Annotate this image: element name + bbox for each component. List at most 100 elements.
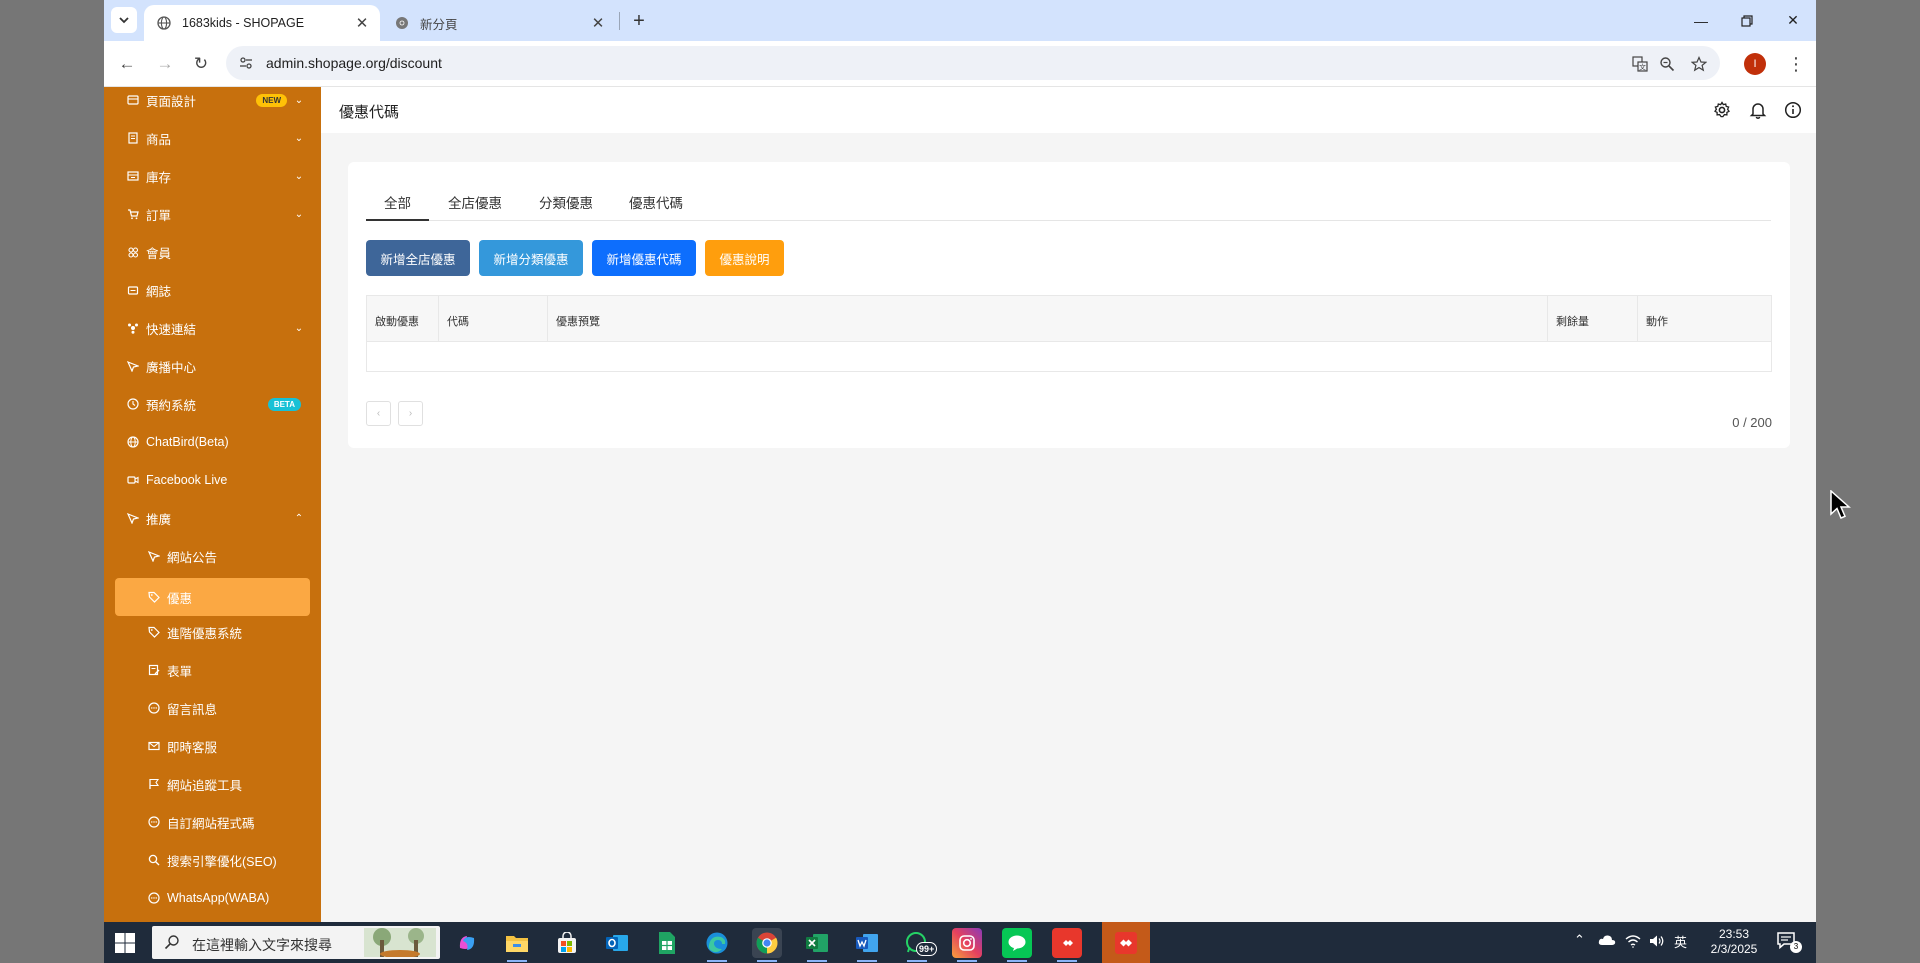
windows-start-button[interactable] xyxy=(114,932,136,954)
back-button[interactable]: ← xyxy=(114,51,140,77)
reload-button[interactable]: ↻ xyxy=(188,51,214,77)
tab-category-discount[interactable]: 分類優惠 xyxy=(521,182,611,221)
sidebar-item-custom-code[interactable]: 自訂網站程式碼 xyxy=(104,803,321,841)
column-header-action: 動作 xyxy=(1646,316,1668,328)
outlook-app[interactable] xyxy=(602,928,632,958)
sidebar-item-messages[interactable]: 留言訊息 xyxy=(104,689,321,727)
sidebar-item-label: 留言訊息 xyxy=(167,702,218,717)
sidebar-item-whatsapp[interactable]: WhatsApp(WABA) xyxy=(104,879,321,917)
sidebar-item-label: 網站追蹤工具 xyxy=(167,778,243,793)
cart-icon xyxy=(126,207,140,221)
speaker-icon[interactable] xyxy=(1649,934,1665,948)
info-icon[interactable] xyxy=(1783,100,1803,120)
sidebar-item-tracking[interactable]: 網站追蹤工具 xyxy=(104,765,321,803)
chevron-down-icon: ⌄ xyxy=(294,322,304,334)
chevron-up-icon: ⌃ xyxy=(294,512,304,524)
sidebar-item-inventory[interactable]: 庫存 ⌄ xyxy=(104,157,321,195)
bell-icon[interactable] xyxy=(1748,100,1768,120)
instagram-app[interactable] xyxy=(952,928,982,962)
wifi-icon[interactable] xyxy=(1625,934,1641,948)
folder-icon xyxy=(506,936,528,952)
sidebar-item-chatbird[interactable]: ChatBird(Beta) xyxy=(104,423,321,461)
star-icon[interactable] xyxy=(1689,54,1709,74)
spreadsheet-icon xyxy=(659,932,675,954)
profile-avatar[interactable]: I xyxy=(1744,53,1766,75)
megaphone-icon xyxy=(126,511,140,525)
zoom-icon[interactable] xyxy=(1657,54,1677,74)
new-tab-button[interactable]: + xyxy=(626,8,652,34)
sidebar-item-label: 網誌 xyxy=(146,284,172,299)
sidebar-item-advanced-discount[interactable]: 進階優惠系統 xyxy=(104,613,321,651)
tab-all[interactable]: 全部 xyxy=(366,182,429,221)
chevron-down-icon: ⌄ xyxy=(294,132,304,144)
line-app[interactable] xyxy=(1002,928,1032,962)
sidebar-item-products[interactable]: 商品 ⌄ xyxy=(104,119,321,157)
restore-icon xyxy=(1741,14,1753,27)
line-chat-icon xyxy=(1008,935,1026,951)
sidebar-item-discount[interactable]: 優惠 xyxy=(115,578,310,616)
sidebar-item-broadcast[interactable]: 廣播中心 xyxy=(104,347,321,385)
add-store-discount-button[interactable]: 新增全店優惠 xyxy=(366,240,470,276)
sidebar-item-seo[interactable]: 搜索引擎優化(SEO) xyxy=(104,841,321,879)
store-app[interactable] xyxy=(552,928,582,958)
forward-button[interactable]: → xyxy=(152,51,178,77)
copilot-app[interactable] xyxy=(452,928,482,958)
sidebar-item-facebook-live[interactable]: Facebook Live xyxy=(104,461,321,499)
close-icon[interactable]: ✕ xyxy=(354,15,370,32)
sidebar-item-live-support[interactable]: 即時客服 xyxy=(104,727,321,765)
arrow-left-icon: ← xyxy=(118,54,136,73)
next-page-button[interactable]: › xyxy=(398,401,423,426)
sidebar-item-label: 庫存 xyxy=(146,170,172,185)
minimize-button[interactable]: — xyxy=(1678,0,1724,41)
sidebar-item-page-design[interactable]: 頁面設計 NEW ⌄ xyxy=(104,87,321,119)
sidebar-item-announcement[interactable]: 網站公告 xyxy=(104,537,321,575)
windows-icon xyxy=(115,933,135,953)
tab-discount-code[interactable]: 優惠代碼 xyxy=(611,182,701,221)
flag-icon xyxy=(147,777,161,791)
browser-tab-shopage[interactable]: 1683kids - SHOPAGE ✕ xyxy=(144,5,380,41)
sidebar-item-promotion[interactable]: 推廣 ⌃ xyxy=(104,499,321,537)
prev-page-button[interactable]: ‹ xyxy=(366,401,391,426)
site-settings-icon[interactable] xyxy=(238,55,254,71)
tab-search-button[interactable] xyxy=(111,7,137,33)
anydesk-app[interactable] xyxy=(1052,928,1082,962)
anydesk-app-active[interactable] xyxy=(1102,922,1150,963)
taskbar-search[interactable]: 在這裡輸入文字來搜尋 xyxy=(152,926,440,959)
box-icon xyxy=(126,169,140,183)
notification-center-button[interactable]: 3 xyxy=(1776,931,1802,955)
sidebar-item-members[interactable]: 會員 xyxy=(104,233,321,271)
browser-tab-newtab[interactable]: 新分頁 ✕ xyxy=(382,5,616,41)
running-indicator xyxy=(807,960,827,962)
close-icon[interactable]: ✕ xyxy=(590,15,606,32)
onedrive-icon[interactable] xyxy=(1598,934,1616,946)
sidebar-item-blog[interactable]: 網誌 xyxy=(104,271,321,309)
clock[interactable]: 23:53 2/3/2025 xyxy=(1704,927,1764,957)
excel-app[interactable] xyxy=(802,928,832,962)
tab-store-discount[interactable]: 全店優惠 xyxy=(430,182,520,221)
add-discount-code-button[interactable]: 新增優惠代碼 xyxy=(592,240,696,276)
megaphone-icon xyxy=(147,549,161,563)
gear-icon[interactable] xyxy=(1712,100,1732,120)
sidebar-item-orders[interactable]: 訂單 ⌄ xyxy=(104,195,321,233)
ime-indicator[interactable]: 英 xyxy=(1674,932,1687,951)
chevron-down-icon: ⌄ xyxy=(294,170,304,182)
sidebar-item-booking[interactable]: 預約系統 BETA xyxy=(104,385,321,423)
more-menu-button[interactable]: ⋮ xyxy=(1784,51,1808,77)
sheets-app[interactable] xyxy=(652,928,682,958)
translate-icon[interactable]: 文 xyxy=(1630,54,1650,74)
add-category-discount-button[interactable]: 新增分類優惠 xyxy=(479,240,583,276)
chrome-app[interactable] xyxy=(752,928,782,962)
word-app[interactable] xyxy=(852,928,882,962)
sidebar-item-forms[interactable]: 表單 xyxy=(104,651,321,689)
show-hidden-icons-button[interactable]: ⌃ xyxy=(1574,932,1585,948)
address-bar[interactable]: admin.shopage.org/discount 文 xyxy=(226,46,1720,80)
close-window-button[interactable]: ✕ xyxy=(1770,0,1816,41)
edge-app[interactable] xyxy=(702,928,732,962)
browser-window: 1683kids - SHOPAGE ✕ 新分頁 ✕ + — ✕ ← → ↻ a… xyxy=(104,0,1816,922)
close-icon: ✕ xyxy=(1787,12,1799,28)
file-explorer-app[interactable] xyxy=(502,928,532,962)
sidebar-item-quick-links[interactable]: 快速連結 ⌄ xyxy=(104,309,321,347)
discount-help-button[interactable]: 優惠說明 xyxy=(705,240,784,276)
whatsapp-app[interactable]: 99+ xyxy=(902,928,938,962)
restore-button[interactable] xyxy=(1724,0,1770,41)
